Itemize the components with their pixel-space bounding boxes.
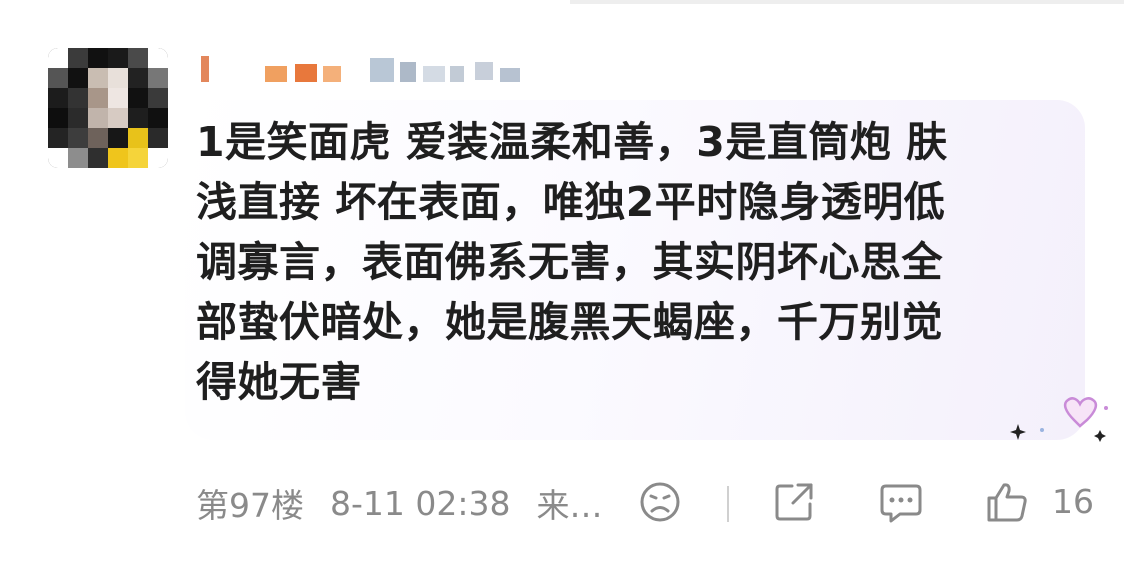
avatar[interactable] (48, 48, 168, 168)
heart-sparkle-icon (1002, 390, 1112, 450)
thumbs-up-icon[interactable] (985, 480, 1029, 524)
comment-line-2: 浅直接 坏在表面，唯独2平时隐身透明低 (196, 178, 946, 226)
floor-number: 第97楼 (196, 486, 304, 525)
like-count: 16 (1052, 482, 1094, 521)
comment-bubble-icon[interactable] (878, 480, 924, 524)
comment-datetime: 8-11 02:38 (330, 483, 511, 523)
footer-divider (727, 486, 729, 522)
top-divider (570, 0, 1124, 4)
comment-line-3: 调寡言，表面佛系无害，其实阴坏心思全 (196, 238, 943, 286)
comment-line-5: 得她无害 (196, 358, 362, 406)
comment-line-4: 部蛰伏暗处，她是腹黑天蝎座，千万别觉 (196, 298, 943, 346)
comment-line-1: 1是笑面虎 爱装温柔和善，3是直筒炮 肤 (196, 118, 948, 166)
face-frown-icon[interactable] (638, 480, 682, 524)
comment-text: 1是笑面虎 爱装温柔和善，3是直筒炮 肤 浅直接 坏在表面，唯独2平时隐身透明低… (196, 112, 1056, 412)
comment-meta: 第97楼 8-11 02:38 来… (196, 480, 603, 526)
username-redacted[interactable] (195, 52, 535, 86)
share-icon[interactable] (772, 480, 816, 524)
comment-source[interactable]: 来… (537, 479, 603, 527)
